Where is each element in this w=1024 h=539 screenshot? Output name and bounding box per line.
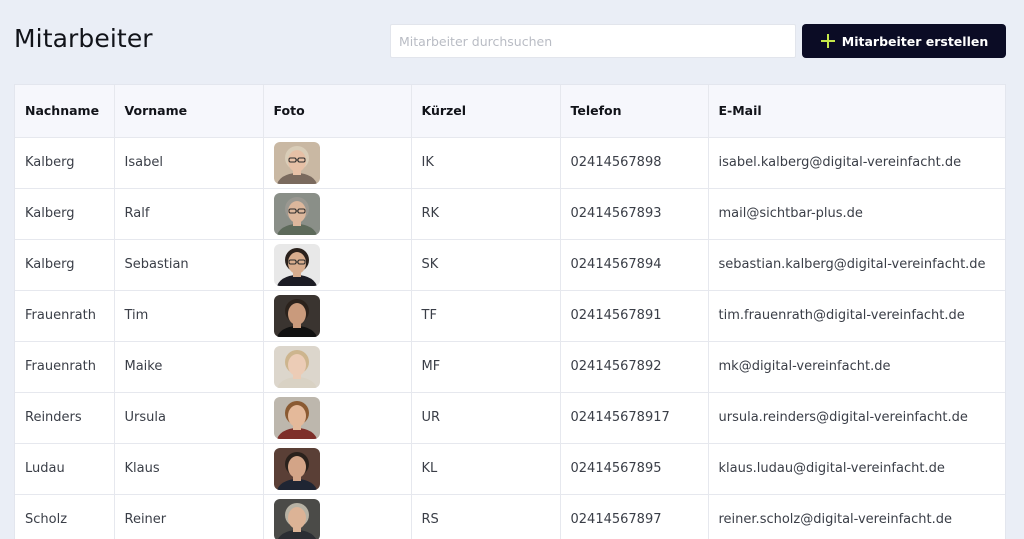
cell-foto	[263, 392, 412, 444]
cell-telefon: 02414567897	[560, 494, 709, 539]
cell-foto	[263, 443, 412, 495]
cell-email: mk@digital-vereinfacht.de	[708, 341, 1005, 393]
cell-email: tim.frauenrath@digital-vereinfacht.de	[708, 290, 1005, 342]
table-row[interactable]: Frauenrath Maike MF 02414567892 mk@digital-v…	[15, 341, 1005, 393]
cell-nachname: Frauenrath	[15, 290, 115, 342]
cell-foto	[263, 494, 412, 539]
cell-foto	[263, 188, 412, 240]
create-employee-label: Mitarbeiter erstellen	[841, 33, 989, 49]
cell-email: klaus.ludau@digital-vereinfacht.de	[708, 443, 1005, 495]
cell-kuerzel: KL	[411, 443, 561, 495]
cell-telefon: 02414567893	[560, 188, 709, 240]
column-header-nachname[interactable]: Nachname	[15, 85, 115, 138]
cell-vorname: Maike	[114, 341, 264, 393]
employees-table: Nachname Vorname Foto Kürzel Telefon E-M…	[14, 84, 1006, 539]
cell-kuerzel: IK	[411, 137, 561, 189]
avatar	[273, 447, 320, 490]
cell-vorname: Klaus	[114, 443, 264, 495]
cell-telefon: 02414567898	[560, 137, 709, 189]
avatar	[273, 396, 320, 439]
table-row[interactable]: Scholz Reiner RS 02414567897 reiner.scholz@d…	[15, 494, 1005, 539]
cell-foto	[263, 137, 412, 189]
cell-kuerzel: RS	[411, 494, 561, 539]
cell-nachname: Kalberg	[15, 137, 115, 189]
cell-vorname: Isabel	[114, 137, 264, 189]
column-header-vorname[interactable]: Vorname	[114, 85, 264, 138]
cell-telefon: 02414567895	[560, 443, 709, 495]
table-row[interactable]: Kalberg Isabel IK 02414567898 isabel.kalberg…	[15, 137, 1005, 189]
create-employee-button[interactable]: Mitarbeiter erstellen	[802, 24, 1006, 58]
cell-email: isabel.kalberg@digital-vereinfacht.de	[708, 137, 1005, 189]
page-title: Mitarbeiter	[14, 24, 153, 53]
cell-vorname: Ralf	[114, 188, 264, 240]
avatar	[273, 192, 320, 235]
avatar	[273, 498, 320, 539]
employees-page: Mitarbeiter Mitarbeiter erstellen Nachna…	[0, 0, 1024, 539]
column-header-kuerzel[interactable]: Kürzel	[411, 85, 561, 138]
cell-vorname: Tim	[114, 290, 264, 342]
plus-icon	[820, 33, 836, 49]
cell-nachname: Ludau	[15, 443, 115, 495]
column-header-telefon[interactable]: Telefon	[560, 85, 709, 138]
cell-vorname: Sebastian	[114, 239, 264, 291]
cell-vorname: Ursula	[114, 392, 264, 444]
table-row[interactable]: Kalberg Sebastian SK 02414567894 sebastian.k…	[15, 239, 1005, 291]
column-header-foto: Foto	[263, 85, 412, 138]
cell-telefon: 02414567891	[560, 290, 709, 342]
cell-email: mail@sichtbar-plus.de	[708, 188, 1005, 240]
cell-kuerzel: RK	[411, 188, 561, 240]
table-header-row: Nachname Vorname Foto Kürzel Telefon E-M…	[15, 85, 1005, 138]
cell-telefon: 024145678917	[560, 392, 709, 444]
cell-nachname: Frauenrath	[15, 341, 115, 393]
cell-email: reiner.scholz@digital-vereinfacht.de	[708, 494, 1005, 539]
cell-vorname: Reiner	[114, 494, 264, 539]
cell-nachname: Kalberg	[15, 239, 115, 291]
avatar	[273, 345, 320, 388]
cell-telefon: 02414567892	[560, 341, 709, 393]
avatar	[273, 294, 320, 337]
table-row[interactable]: Kalberg Ralf RK 02414567893 mail@sichtbar-pl…	[15, 188, 1005, 240]
cell-nachname: Reinders	[15, 392, 115, 444]
cell-nachname: Scholz	[15, 494, 115, 539]
avatar	[273, 243, 320, 286]
cell-kuerzel: UR	[411, 392, 561, 444]
cell-kuerzel: SK	[411, 239, 561, 291]
cell-nachname: Kalberg	[15, 188, 115, 240]
cell-email: ursula.reinders@digital-vereinfacht.de	[708, 392, 1005, 444]
cell-foto	[263, 341, 412, 393]
cell-email: sebastian.kalberg@digital-vereinfacht.de	[708, 239, 1005, 291]
search-input[interactable]	[390, 24, 796, 58]
cell-foto	[263, 290, 412, 342]
cell-telefon: 02414567894	[560, 239, 709, 291]
table-row[interactable]: Frauenrath Tim TF 02414567891 tim.frauenrath…	[15, 290, 1005, 342]
table-row[interactable]: Ludau Klaus KL 02414567895 klaus.ludau@digit…	[15, 443, 1005, 495]
table-row[interactable]: Reinders Ursula UR 024145678917 ursula.reind…	[15, 392, 1005, 444]
cell-kuerzel: MF	[411, 341, 561, 393]
column-header-email[interactable]: E-Mail	[708, 85, 1005, 138]
cell-foto	[263, 239, 412, 291]
avatar	[273, 141, 320, 184]
cell-kuerzel: TF	[411, 290, 561, 342]
